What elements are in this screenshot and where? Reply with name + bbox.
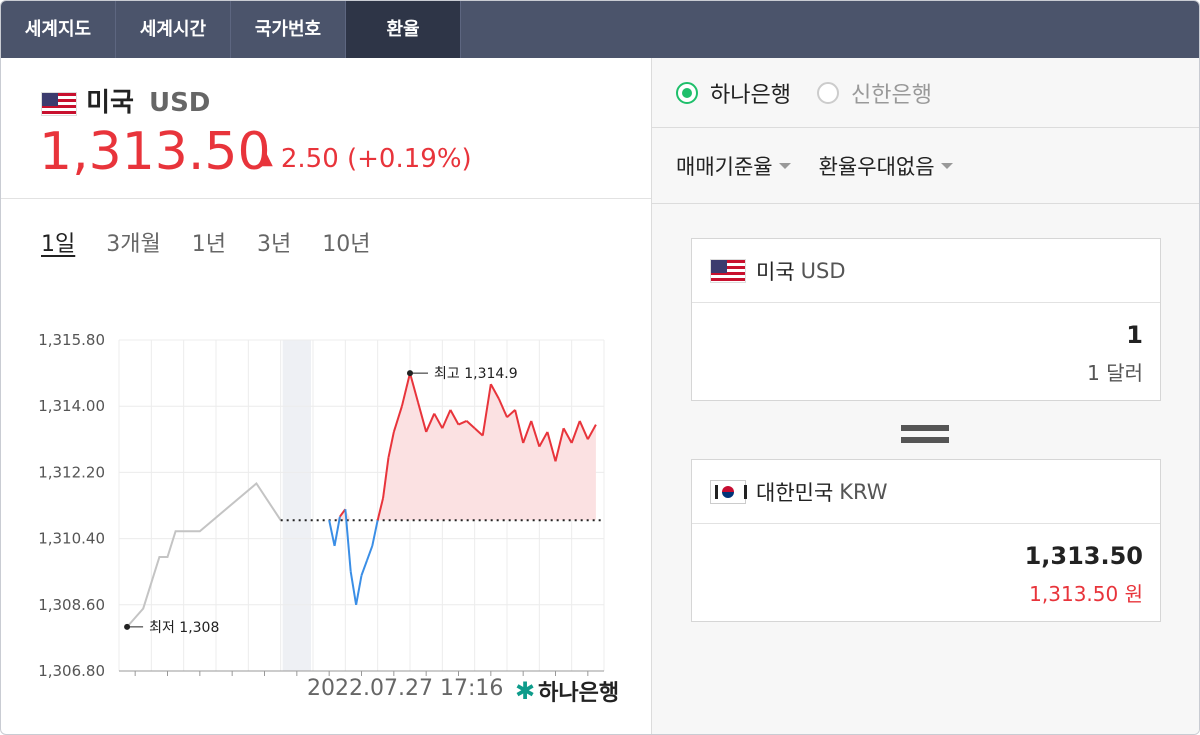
to-code: KRW <box>839 479 888 504</box>
currency-title: 미국 USD <box>41 82 210 119</box>
up-area-fill <box>329 373 596 521</box>
rate-type-label: 매매기준율 <box>676 154 773 179</box>
timestamp: 2022.07.27 17:16 <box>307 676 504 701</box>
radio-unchecked-icon <box>816 81 839 104</box>
high-label: 최고 1,314.9 <box>434 366 518 382</box>
rate-change: ▲ 2.50 (+0.19%) <box>259 144 472 174</box>
series-line-previous-day <box>126 481 282 628</box>
up-triangle-icon: ▲ <box>259 148 273 169</box>
rate-panel: 미국 USD 1,313.50 ▲ 2.50 (+0.19%) 1일 3개월 1년… <box>1 58 652 734</box>
high-marker-dot <box>407 370 413 377</box>
from-code: USD <box>800 258 846 283</box>
tab-world-time[interactable]: 세계시간 <box>116 1 231 58</box>
to-amount-text: 1,313.50 원 <box>1029 582 1143 606</box>
currency-code: USD <box>148 88 211 118</box>
series-line-today-segment <box>328 520 336 547</box>
us-flag-icon <box>710 258 746 283</box>
period-1y[interactable]: 1년 <box>192 226 226 258</box>
option-selects: 매매기준율 환율우대없음 <box>652 128 1199 204</box>
divider <box>1 198 651 199</box>
from-country: 미국 <box>756 259 795 284</box>
hana-logo-icon: ✱ <box>515 677 536 705</box>
y-tick-label: 1,310.40 <box>38 530 105 548</box>
exchange-widget: 세계지도 세계시간 국가번호 환율 미국 USD 1,313.50 ▲ 2.50 … <box>0 0 1200 735</box>
series-line-today-segment <box>349 571 358 605</box>
chevron-down-icon <box>778 162 791 169</box>
series-line-today-segment <box>365 545 374 562</box>
preference-label: 환율우대없음 <box>818 154 935 179</box>
from-amount-input[interactable]: 1 <box>692 321 1160 349</box>
to-country: 대한민국 <box>756 480 834 505</box>
period-3y[interactable]: 3년 <box>257 226 291 258</box>
series-line-today-segment <box>355 575 363 605</box>
radio-hana[interactable]: 하나은행 <box>676 77 791 109</box>
to-amount-input[interactable]: 1,313.50 <box>692 542 1160 570</box>
converter-panel: 하나은행 신한은행 매매기준율 환율우대없음 미국 USD 1 1 달러 대한민… <box>652 58 1199 734</box>
series-line-today-segment <box>360 560 368 576</box>
low-label: 최저 1,308 <box>149 620 219 636</box>
series-line-today-segment <box>371 520 379 547</box>
from-amount-text: 1 달러 <box>1087 361 1143 385</box>
bank-logo: ✱ 하나은행 <box>515 675 619 707</box>
period-3m[interactable]: 3개월 <box>106 226 160 258</box>
rate-chart: 1,315.80 1,314.00 1,312.20 1,310.40 1,308.60… <box>38 331 605 678</box>
y-tick-label: 1,314.00 <box>38 397 105 415</box>
bank-logo-text: 하나은행 <box>538 681 620 706</box>
radio-shinhan-label: 신한은행 <box>850 82 932 108</box>
rate-change-value: 2.50 (+0.19%) <box>280 144 472 174</box>
tab-world-map[interactable]: 세계지도 <box>1 1 116 58</box>
bank-selector: 하나은행 신한은행 <box>652 58 1199 128</box>
tab-exchange-rate[interactable]: 환율 <box>346 1 461 58</box>
preference-select[interactable]: 환율우대없음 <box>819 151 953 181</box>
from-currency-box[interactable]: 미국 USD 1 1 달러 <box>691 238 1161 401</box>
currency-country: 미국 <box>86 88 134 118</box>
rate-type-select[interactable]: 매매기준율 <box>676 151 791 181</box>
to-currency-header[interactable]: 대한민국 KRW <box>692 460 1160 524</box>
y-tick-label: 1,308.60 <box>38 596 105 614</box>
night-band <box>282 340 311 671</box>
tab-bar: 세계지도 세계시간 국가번호 환율 <box>1 1 1199 58</box>
chevron-down-icon <box>940 162 953 169</box>
tab-country-code[interactable]: 국가번호 <box>231 1 346 58</box>
period-tabs: 1일 3개월 1년 3년 10년 <box>41 226 401 258</box>
radio-checked-icon <box>676 81 698 104</box>
radio-hana-label: 하나은행 <box>710 82 791 108</box>
y-tick-label: 1,312.20 <box>38 463 105 481</box>
period-1d[interactable]: 1일 <box>41 226 75 258</box>
us-flag-icon <box>41 91 77 116</box>
from-currency-header[interactable]: 미국 USD <box>692 239 1160 303</box>
y-tick-label: 1,306.80 <box>38 662 105 678</box>
period-10y[interactable]: 10년 <box>322 226 370 258</box>
to-currency-box[interactable]: 대한민국 KRW 1,313.50 1,313.50 원 <box>691 459 1161 622</box>
current-rate: 1,313.50 <box>39 122 271 182</box>
y-tick-label: 1,315.80 <box>38 331 105 349</box>
kr-flag-icon <box>710 479 747 504</box>
equals-icon <box>901 425 949 443</box>
radio-shinhan[interactable]: 신한은행 <box>816 77 932 109</box>
